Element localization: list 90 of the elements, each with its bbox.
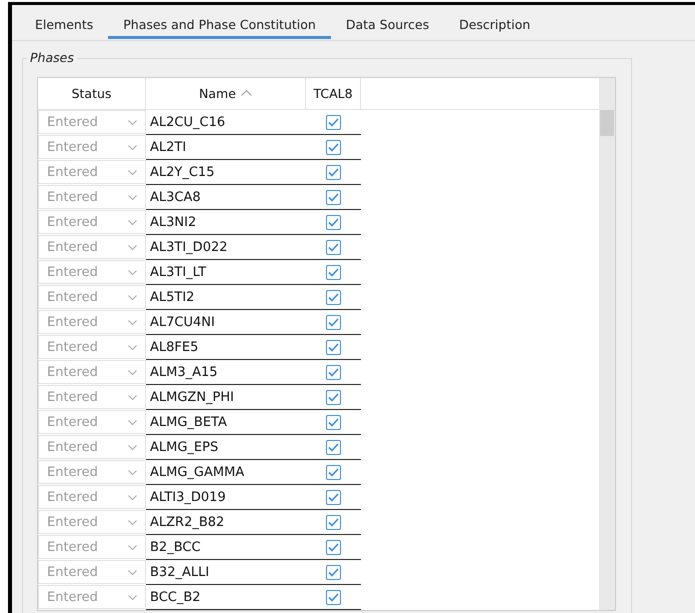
- table-cell: ALMG_BETA: [146, 410, 306, 435]
- column-header[interactable]: TCAL8: [306, 78, 361, 109]
- chevron-down-icon: [128, 594, 137, 600]
- status-dropdown[interactable]: Entered: [38, 585, 146, 609]
- status-dropdown[interactable]: Entered: [38, 435, 146, 459]
- chevron-down-icon: [128, 294, 137, 300]
- checkbox[interactable]: [326, 440, 341, 454]
- checkbox[interactable]: [326, 240, 341, 254]
- checkbox[interactable]: [326, 314, 341, 330]
- table-cell: ALMGZN_PHI: [146, 385, 306, 410]
- chevron-down-icon: [128, 444, 137, 450]
- status-dropdown[interactable]: Entered: [38, 560, 146, 584]
- tab[interactable]: Phases and Phase Constitution: [108, 11, 331, 39]
- checkbox[interactable]: [326, 464, 341, 480]
- checkbox[interactable]: [326, 390, 341, 404]
- checkbox[interactable]: [326, 164, 341, 180]
- group-title: Phases: [27, 50, 77, 65]
- status-dropdown[interactable]: Entered: [38, 485, 146, 509]
- status-dropdown[interactable]: Entered: [38, 185, 146, 209]
- table-cell: B2_BCC: [146, 535, 306, 560]
- table-cell: AL3TI_LT: [146, 260, 306, 285]
- status-dropdown[interactable]: Entered: [38, 310, 146, 334]
- chevron-down-icon: [128, 220, 137, 224]
- chevron-down-icon: [128, 194, 137, 200]
- table-cell: ALMG_GAMMA: [146, 460, 306, 485]
- status-dropdown[interactable]: Entered: [38, 110, 146, 134]
- scrollbar-thumb[interactable]: [600, 110, 614, 136]
- chevron-down-icon: [128, 270, 137, 274]
- chevron-down-icon: [128, 320, 137, 324]
- table-cell: AL2CU_C16: [146, 110, 306, 135]
- chevron-down-icon: [128, 370, 137, 374]
- checkbox[interactable]: [326, 364, 341, 380]
- table-cell: ALTI3_D019: [146, 485, 306, 510]
- checkbox[interactable]: [326, 190, 341, 204]
- checkbox[interactable]: [326, 290, 341, 304]
- table-cell: AL3NI2: [146, 210, 306, 235]
- tab[interactable]: Data Sources: [330, 11, 444, 39]
- status-dropdown[interactable]: Entered: [38, 335, 146, 359]
- checkbox[interactable]: [326, 590, 341, 604]
- chevron-down-icon: [128, 570, 137, 574]
- column-header[interactable]: Status: [38, 78, 146, 109]
- checkbox[interactable]: [326, 114, 341, 130]
- checkbox[interactable]: [326, 490, 341, 504]
- table-cell: BCC_B2: [146, 585, 306, 610]
- table-cell: AL3TI_D022: [146, 235, 306, 260]
- tab[interactable]: Elements: [20, 11, 108, 39]
- checkbox[interactable]: [326, 514, 341, 530]
- chevron-down-icon: [128, 544, 137, 550]
- chevron-down-icon: [128, 244, 137, 250]
- checkbox[interactable]: [326, 264, 341, 280]
- status-dropdown[interactable]: Entered: [38, 135, 146, 159]
- chevron-down-icon: [128, 170, 137, 174]
- table-cell: AL5TI2: [146, 285, 306, 310]
- checkbox[interactable]: [326, 214, 341, 230]
- checkbox[interactable]: [326, 140, 341, 154]
- status-dropdown[interactable]: Entered: [38, 410, 146, 434]
- scrollbar[interactable]: [599, 78, 615, 610]
- status-dropdown[interactable]: Entered: [38, 260, 146, 284]
- status-dropdown[interactable]: Entered: [38, 510, 146, 534]
- checkbox[interactable]: [326, 564, 341, 580]
- status-dropdown[interactable]: Entered: [38, 285, 146, 309]
- status-dropdown[interactable]: Entered: [38, 535, 146, 559]
- chevron-down-icon: [128, 520, 137, 524]
- status-dropdown[interactable]: Entered: [38, 460, 146, 484]
- tab[interactable]: Description: [444, 11, 546, 39]
- checkbox[interactable]: [326, 414, 341, 430]
- status-dropdown[interactable]: Entered: [38, 235, 146, 259]
- status-dropdown[interactable]: Entered: [38, 385, 146, 409]
- checkbox[interactable]: [326, 340, 341, 354]
- chevron-down-icon: [128, 344, 137, 350]
- table-cell: ALZR2_B82: [146, 510, 306, 535]
- table-cell: ALM3_A15: [146, 360, 306, 385]
- chevron-down-icon: [128, 394, 137, 400]
- status-dropdown[interactable]: Entered: [38, 360, 146, 384]
- chevron-down-icon: [128, 120, 137, 124]
- table-cell: B32_ALLI: [146, 560, 306, 585]
- chevron-down-icon: [128, 494, 137, 500]
- status-dropdown[interactable]: Entered: [38, 160, 146, 184]
- table-cell: AL2TI: [146, 135, 306, 160]
- table-cell: AL3CA8: [146, 185, 306, 210]
- table-cell: AL8FE5: [146, 335, 306, 360]
- chevron-down-icon: [128, 144, 137, 150]
- checkbox[interactable]: [326, 540, 341, 554]
- status-dropdown[interactable]: Entered: [38, 210, 146, 234]
- table-cell: AL2Y_C15: [146, 160, 306, 185]
- table-cell: ALMG_EPS: [146, 435, 306, 460]
- chevron-down-icon: [128, 470, 137, 474]
- chevron-down-icon: [128, 420, 137, 424]
- table-cell: AL7CU4NI: [146, 310, 306, 335]
- column-header[interactable]: Name: [146, 78, 306, 109]
